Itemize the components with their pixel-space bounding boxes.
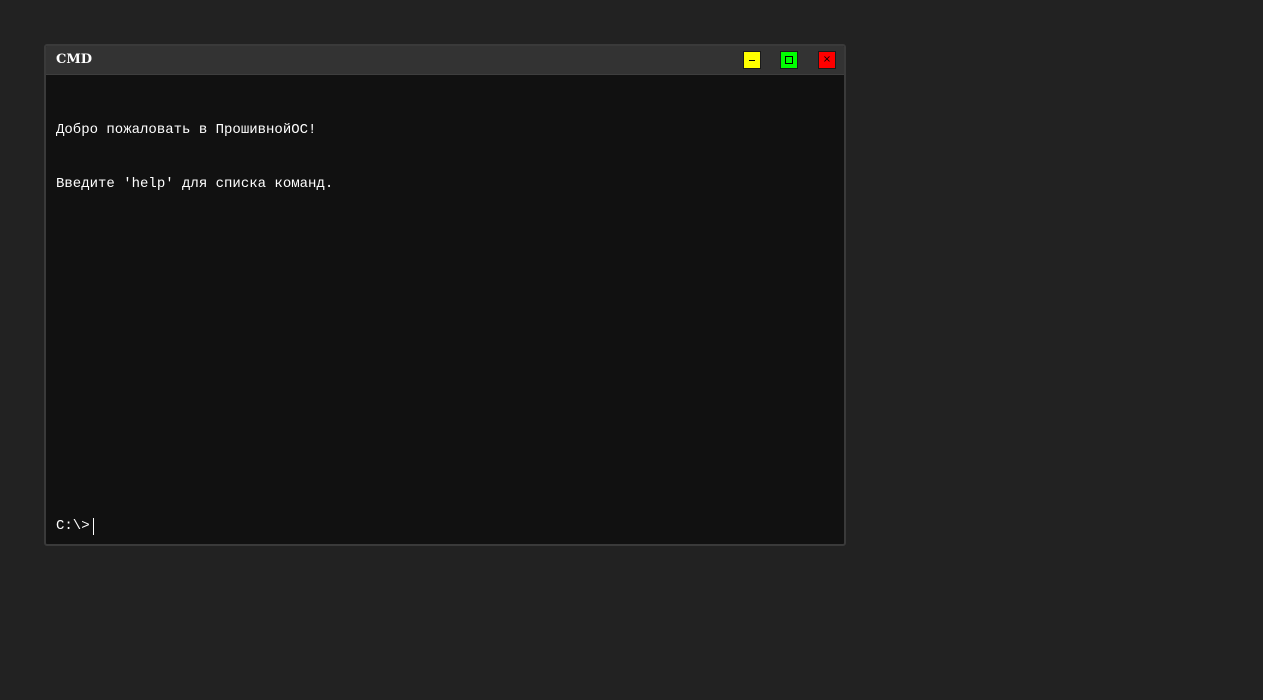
minimize-button[interactable] [743, 51, 761, 69]
close-button[interactable]: × [818, 51, 836, 69]
maximize-icon [785, 56, 793, 64]
console-line: Добро пожаловать в ПрошивнойОС! [56, 122, 317, 138]
cmd-window: CMD × Добро пожаловать в ПрошивнойОС! Вв… [44, 44, 846, 546]
text-cursor [92, 517, 94, 535]
command-line[interactable]: C:\> [56, 517, 94, 535]
title-bar[interactable]: CMD × [46, 46, 844, 75]
maximize-button[interactable] [780, 51, 798, 69]
console-line: Введите 'help' для списка команд. [56, 176, 334, 192]
console-output: Добро пожаловать в ПрошивнойОС! Введите … [56, 85, 834, 229]
prompt-label: C:\> [56, 518, 90, 534]
close-icon: × [822, 54, 832, 65]
window-title: CMD [56, 52, 93, 67]
minimize-icon [749, 59, 755, 61]
